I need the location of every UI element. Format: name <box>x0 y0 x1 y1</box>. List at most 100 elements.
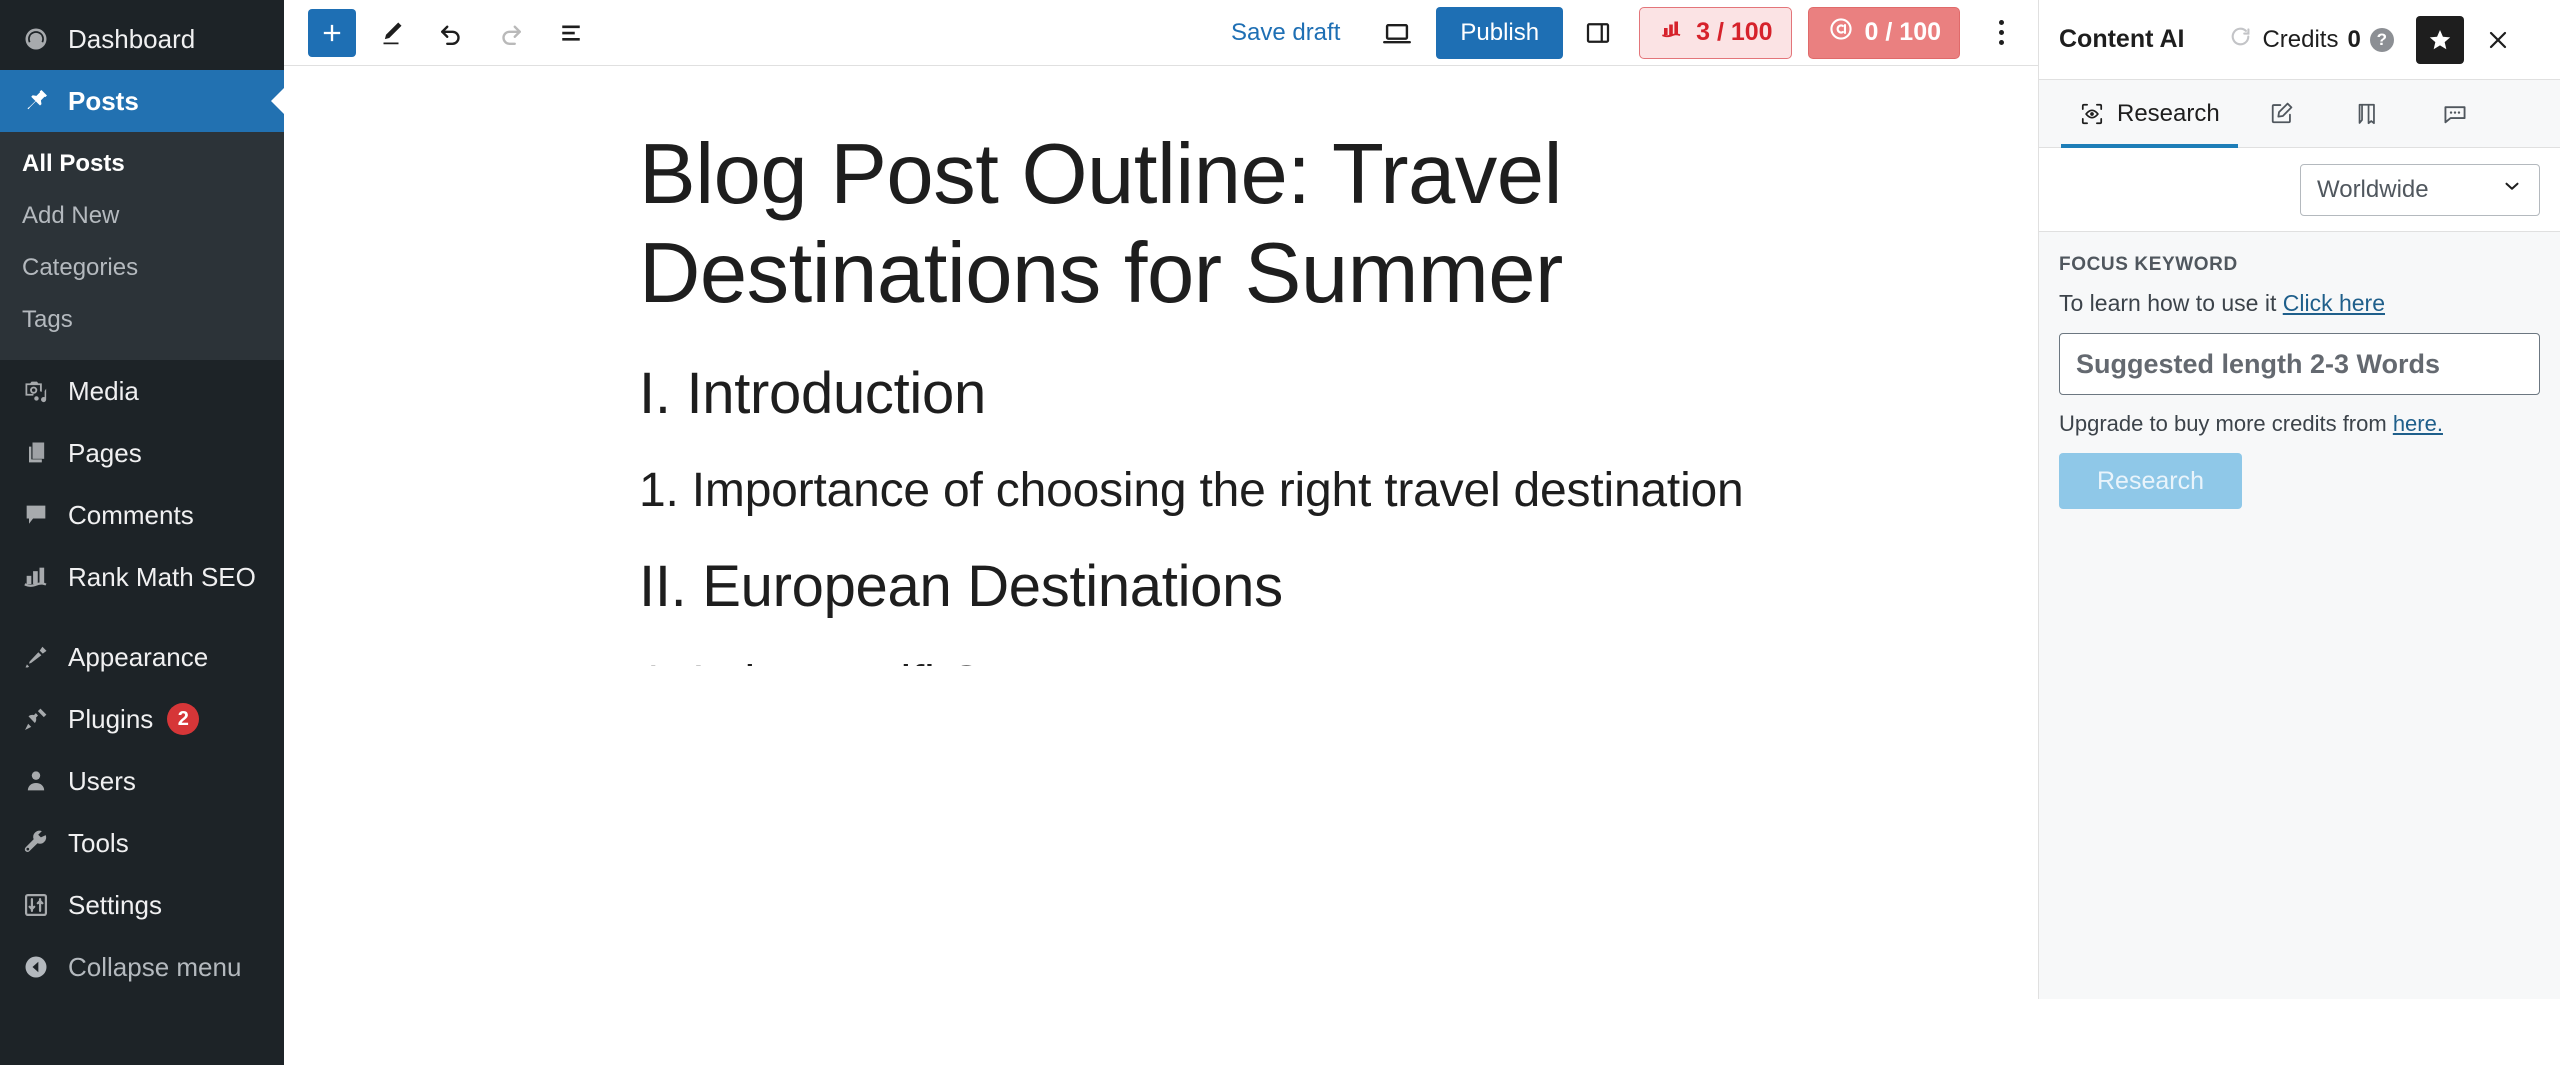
media-icon <box>22 377 68 405</box>
sidebar-item-label: Dashboard <box>68 23 196 54</box>
credits-indicator[interactable]: Credits 0 ? <box>2228 24 2394 56</box>
wordpress-block-editor: Dashboard Posts All Posts Add New Catego… <box>0 0 2560 1065</box>
sidebar-item-label: Settings <box>68 889 162 920</box>
upgrade-text: Upgrade to buy more credits from <box>2059 411 2393 436</box>
plugins-update-badge: 2 <box>167 703 200 735</box>
editor-canvas-scroll[interactable]: Blog Post Outline: Travel Destinations f… <box>284 66 2038 1065</box>
sidebar-item-label: Pages <box>68 437 142 468</box>
undo-button[interactable] <box>426 8 476 58</box>
page-bookmark-icon <box>2355 101 2381 127</box>
sidebar-item-media[interactable]: Media <box>0 360 284 422</box>
heading-block[interactable]: I. Introduction <box>639 359 1839 429</box>
credits-value: 0 <box>2347 25 2361 53</box>
toolbar-left-group <box>308 8 596 58</box>
content-ai-tabs: Research <box>2039 80 2560 148</box>
submenu-item-all-posts[interactable]: All Posts <box>0 138 284 190</box>
sidebar-item-tools[interactable]: Tools <box>0 812 284 874</box>
region-select-value: Worldwide <box>2317 175 2429 203</box>
collapse-arrow-icon <box>22 953 68 981</box>
brush-icon <box>22 643 68 671</box>
comments-icon <box>22 501 68 529</box>
focus-keyword-input[interactable] <box>2059 333 2540 395</box>
help-icon[interactable]: ? <box>2369 27 2394 52</box>
chevron-down-icon <box>2501 175 2523 204</box>
sliders-icon <box>22 891 68 919</box>
preview-laptop-icon[interactable] <box>1372 8 1422 58</box>
sidebar-item-label: Media <box>68 375 139 406</box>
sidebar-item-label: Appearance <box>68 641 209 672</box>
buy-credits-link[interactable]: here. <box>2393 411 2443 436</box>
click-here-link[interactable]: Click here <box>2283 290 2385 316</box>
content-ai-header: Content AI Credits 0 ? <box>2039 0 2560 80</box>
sidebar-item-collapse-menu[interactable]: Collapse menu <box>0 936 284 998</box>
focus-keyword-section: FOCUS KEYWORD To learn how to use it Cli… <box>2039 232 2560 999</box>
plug-icon <box>22 705 68 733</box>
post-canvas: Blog Post Outline: Travel Destinations f… <box>639 66 1839 666</box>
sidebar-item-label: Rank Math SEO <box>68 561 256 592</box>
region-select[interactable]: Worldwide <box>2300 163 2540 216</box>
redo-button[interactable] <box>486 8 536 58</box>
post-title[interactable]: Blog Post Outline: Travel Destinations f… <box>639 126 1789 323</box>
sidebar-item-users[interactable]: Users <box>0 750 284 812</box>
sidebar-item-pages[interactable]: Pages <box>0 422 284 484</box>
kebab-dot <box>1998 20 2004 25</box>
research-eye-icon <box>2079 101 2105 127</box>
paragraph-block-clipped[interactable]: 1. Italy: Amalfi Coast <box>639 652 1769 666</box>
content-ai-title: Content AI <box>2059 25 2185 53</box>
focus-keyword-hint: To learn how to use it Click here <box>2059 290 2540 317</box>
sidebar-item-label: Tools <box>68 827 129 858</box>
tools-pencil-button[interactable] <box>366 8 416 58</box>
tab-page[interactable] <box>2325 80 2411 147</box>
content-ai-score-badge[interactable]: 0 / 100 <box>1807 6 1960 59</box>
kebab-menu-icon[interactable] <box>1978 7 2024 59</box>
save-draft-button[interactable]: Save draft <box>1209 19 1362 47</box>
sidebar-item-posts[interactable]: Posts <box>0 70 284 132</box>
sidebar-item-plugins[interactable]: Plugins 2 <box>0 688 284 750</box>
editor-toolbar: Save draft Publish 3 / 100 0 / 100 <box>284 0 2038 66</box>
pages-icon <box>22 439 68 467</box>
focus-keyword-hint-text: To learn how to use it <box>2059 290 2283 316</box>
rankmath-icon <box>22 563 68 591</box>
wrench-icon <box>22 829 68 857</box>
content-ai-icon <box>1827 15 1855 50</box>
seo-score-badge[interactable]: 3 / 100 <box>1639 6 1792 59</box>
sidebar-item-rank-math-seo[interactable]: Rank Math SEO <box>0 546 284 608</box>
refresh-icon[interactable] <box>2228 24 2253 56</box>
kebab-dot <box>1998 40 2004 45</box>
submenu-item-add-new[interactable]: Add New <box>0 190 284 242</box>
sidebar-item-appearance[interactable]: Appearance <box>0 626 284 688</box>
sidebar-item-settings[interactable]: Settings <box>0 874 284 936</box>
sidebar-item-label: Comments <box>68 499 194 530</box>
star-icon[interactable] <box>2415 15 2464 64</box>
sidebar-item-label: Plugins <box>68 703 154 734</box>
sidebar-item-label: Posts <box>68 85 139 116</box>
pin-icon <box>22 87 68 115</box>
submenu-item-categories[interactable]: Categories <box>0 242 284 294</box>
submenu-item-tags[interactable]: Tags <box>0 294 284 346</box>
focus-keyword-label: FOCUS KEYWORD <box>2059 254 2238 275</box>
admin-sidebar: Dashboard Posts All Posts Add New Catego… <box>0 0 284 1065</box>
editor-region: Save draft Publish 3 / 100 0 / 100 Blog … <box>284 0 2038 1065</box>
region-row: Worldwide <box>2039 148 2560 232</box>
list-view-button[interactable] <box>546 8 596 58</box>
credits-label: Credits <box>2262 25 2339 53</box>
user-icon <box>22 767 68 795</box>
tab-research-label: Research <box>2117 99 2220 127</box>
close-icon[interactable] <box>2476 18 2520 62</box>
rankmath-icon <box>1658 17 1686 48</box>
sidebar-item-comments[interactable]: Comments <box>0 484 284 546</box>
research-button[interactable]: Research <box>2059 453 2242 509</box>
tab-write[interactable] <box>2238 80 2325 147</box>
content-ai-score-label: 0 / 100 <box>1864 18 1941 46</box>
tab-research[interactable]: Research <box>2061 80 2238 148</box>
paragraph-block[interactable]: 1. Importance of choosing the right trav… <box>639 459 1769 522</box>
sidebar-toggle-icon[interactable] <box>1573 8 1623 58</box>
publish-button[interactable]: Publish <box>1436 6 1564 59</box>
add-block-button[interactable] <box>308 8 356 57</box>
heading-block[interactable]: II. European Destinations <box>639 552 1839 622</box>
sidebar-item-dashboard[interactable]: Dashboard <box>0 8 284 70</box>
write-pencil-icon <box>2268 100 2295 127</box>
content-ai-panel: Content AI Credits 0 ? Research Worldwid… <box>2038 0 2560 999</box>
sidebar-divider-gap <box>0 608 284 626</box>
tab-chat[interactable] <box>2411 80 2499 147</box>
